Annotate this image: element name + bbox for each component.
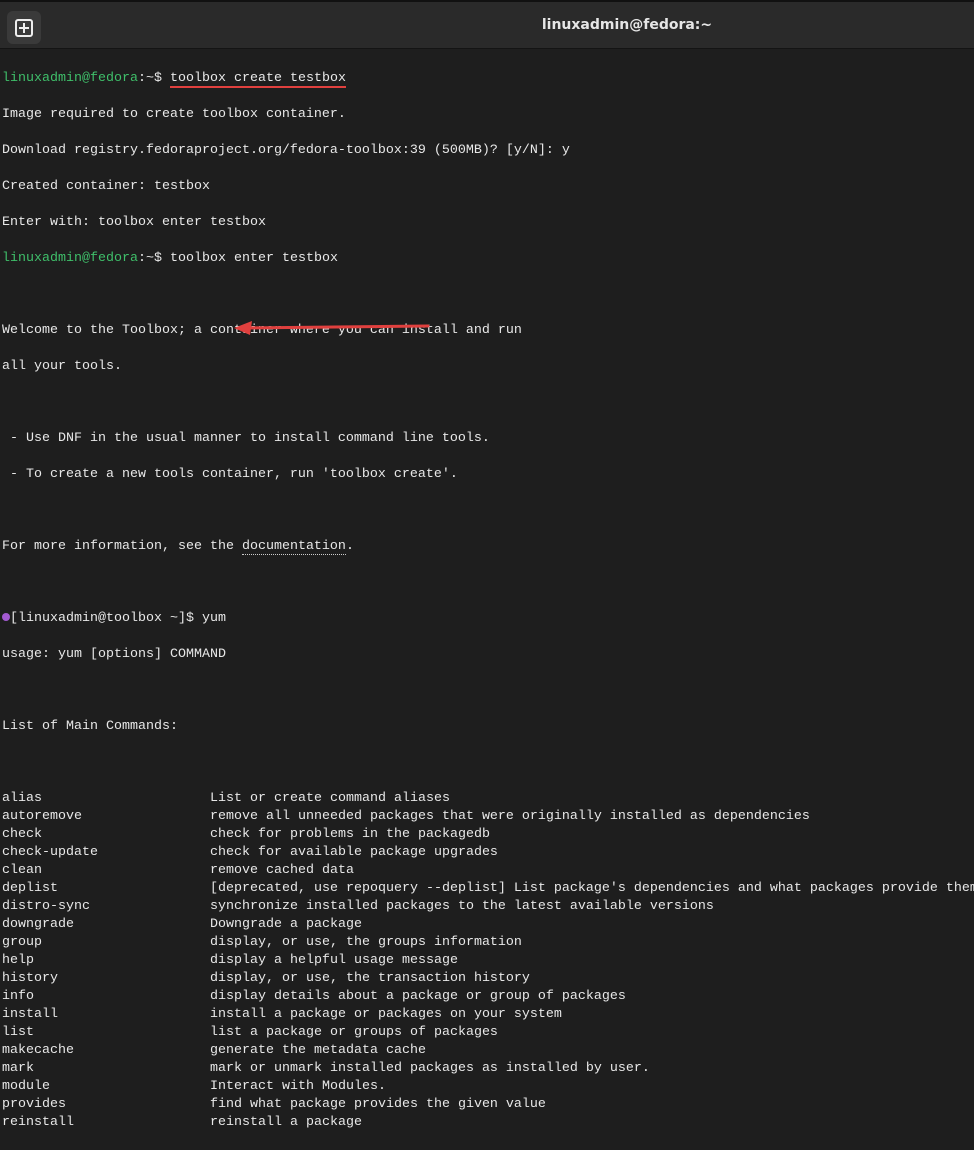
terminal-line: - Use DNF in the usual manner to install… bbox=[2, 431, 490, 446]
command-description: install a package or packages on your sy… bbox=[210, 1007, 562, 1022]
command-description: display a helpful usage message bbox=[210, 953, 458, 968]
annotation-arrow-icon bbox=[234, 321, 430, 335]
terminal-line: Welcome to the Toolbox; a container wher… bbox=[2, 323, 522, 338]
command-name: downgrade bbox=[2, 917, 74, 932]
command-name: group bbox=[2, 935, 42, 950]
toolbox-container-icon bbox=[2, 613, 10, 621]
command-row: history display, or use, the transaction … bbox=[2, 970, 974, 988]
command-name: history bbox=[2, 971, 58, 986]
command-name: distro-sync bbox=[2, 899, 90, 914]
command-description: remove all unneeded packages that were o… bbox=[210, 809, 810, 824]
command-row: makecache generate the metadata cache bbox=[2, 1042, 974, 1060]
prompt-suffix: :~$ bbox=[137, 251, 170, 266]
command-row: check-update check for available package … bbox=[2, 844, 974, 862]
command-text: toolbox enter testbox bbox=[169, 251, 338, 266]
documentation-link[interactable]: documentation bbox=[241, 539, 346, 555]
command-name: autoremove bbox=[2, 809, 82, 824]
command-row: autoremove remove all unneeded packages t… bbox=[2, 808, 974, 826]
command-description: List or create command aliases bbox=[210, 791, 450, 806]
command-name: info bbox=[2, 989, 34, 1004]
command-row: install install a package or packages on … bbox=[2, 1006, 974, 1024]
terminal-line: usage: yum [options] COMMAND bbox=[2, 647, 226, 662]
terminal-line: Download registry.fedoraproject.org/fedo… bbox=[2, 143, 570, 158]
terminal-line: - To create a new tools container, run '… bbox=[2, 467, 458, 482]
terminal-line: Image required to create toolbox contain… bbox=[2, 107, 346, 122]
command-row: reinstall reinstall a package bbox=[2, 1114, 974, 1132]
terminal-line: List of Main Commands: bbox=[2, 719, 178, 734]
command-description: Interact with Modules. bbox=[210, 1079, 386, 1094]
toolbox-prompt: [linuxadmin@toolbox ~]$ bbox=[10, 611, 202, 626]
terminal-line: all your tools. bbox=[2, 359, 122, 374]
command-name: install bbox=[2, 1007, 58, 1022]
command-description: check for available package upgrades bbox=[210, 845, 498, 860]
command-row: distro-sync synchronize installed package… bbox=[2, 898, 974, 916]
command-description: generate the metadata cache bbox=[210, 1043, 426, 1058]
terminal-line: Created container: testbox bbox=[2, 179, 210, 194]
window-title: linuxadmin@fedora:~ bbox=[541, 17, 713, 33]
command-name: provides bbox=[2, 1097, 66, 1112]
command-row: check check for problems in the packagedb bbox=[2, 826, 974, 844]
terminal-output[interactable]: linuxadmin@fedora:~$ toolbox create test… bbox=[2, 52, 974, 1150]
command-name: list bbox=[2, 1025, 34, 1040]
terminal-line: [linuxadmin@toolbox ~]$ yum bbox=[2, 610, 974, 628]
command-name: check-update bbox=[2, 845, 98, 860]
terminal-line: For more information, see the documentat… bbox=[2, 538, 974, 556]
command-description: check for problems in the packagedb bbox=[210, 827, 490, 842]
command-text: toolbox create testbox bbox=[169, 71, 346, 88]
command-row: downgrade Downgrade a package bbox=[2, 916, 974, 934]
command-row: help display a helpful usage message bbox=[2, 952, 974, 970]
title-bar: linuxadmin@fedora:~ bbox=[0, 0, 974, 49]
prompt-user: linuxadmin@fedora bbox=[2, 251, 138, 266]
command-name: check bbox=[2, 827, 42, 842]
command-name: mark bbox=[2, 1061, 34, 1076]
command-description: display, or use, the groups information bbox=[210, 935, 522, 950]
prompt-suffix: :~$ bbox=[137, 71, 170, 86]
command-row: mark mark or unmark installed packages as… bbox=[2, 1060, 974, 1078]
terminal-line: linuxadmin@fedora:~$ toolbox create test… bbox=[2, 70, 974, 88]
command-description: list a package or groups of packages bbox=[210, 1025, 498, 1040]
command-name: module bbox=[2, 1079, 50, 1094]
command-description: display, or use, the transaction history bbox=[210, 971, 530, 986]
command-description: display details about a package or group… bbox=[210, 989, 626, 1004]
command-description: find what package provides the given val… bbox=[210, 1097, 546, 1112]
prompt-user: linuxadmin@fedora bbox=[2, 71, 138, 86]
terminal-line: linuxadmin@fedora:~$ toolbox enter testb… bbox=[2, 250, 974, 268]
command-row: deplist [deprecated, use repoquery --depl… bbox=[2, 880, 974, 898]
command-description: synchronize installed packages to the la… bbox=[210, 899, 714, 914]
command-description: [deprecated, use repoquery --deplist] Li… bbox=[210, 881, 974, 896]
command-row: clean remove cached data bbox=[2, 862, 974, 880]
command-description: remove cached data bbox=[210, 863, 354, 878]
command-name: clean bbox=[2, 863, 42, 878]
terminal-line: Enter with: toolbox enter testbox bbox=[2, 215, 266, 230]
command-row: module Interact with Modules. bbox=[2, 1078, 974, 1096]
info-text: . bbox=[345, 539, 354, 554]
command-name: reinstall bbox=[2, 1115, 74, 1130]
command-description: mark or unmark installed packages as ins… bbox=[210, 1061, 650, 1076]
command-row: list list a package or groups of packages bbox=[2, 1024, 974, 1042]
command-description: reinstall a package bbox=[210, 1115, 362, 1130]
command-name: deplist bbox=[2, 881, 58, 896]
command-name: help bbox=[2, 953, 34, 968]
command-row: provides find what package provides the g… bbox=[2, 1096, 974, 1114]
command-text: yum bbox=[201, 611, 226, 626]
command-name: alias bbox=[2, 791, 42, 806]
command-name: makecache bbox=[2, 1043, 74, 1058]
command-row: group display, or use, the groups informa… bbox=[2, 934, 974, 952]
command-row: alias List or create command aliases bbox=[2, 790, 974, 808]
info-text: For more information, see the bbox=[2, 539, 242, 554]
command-description: Downgrade a package bbox=[210, 917, 362, 932]
command-row: info display details about a package or g… bbox=[2, 988, 974, 1006]
